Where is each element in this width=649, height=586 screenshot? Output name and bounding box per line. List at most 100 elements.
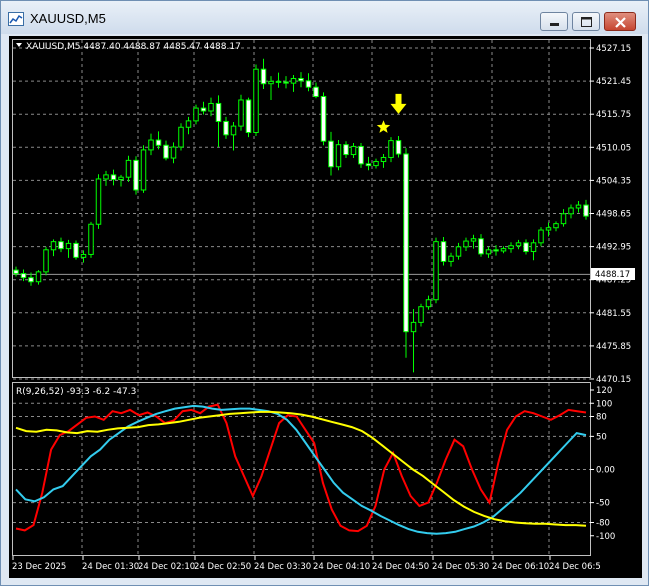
candle-body (290, 77, 297, 84)
price-tick-label: 4498.65 (596, 210, 631, 220)
candle-body (478, 238, 484, 255)
candle-body (328, 140, 334, 168)
close-button[interactable] (604, 12, 636, 31)
time-axis-label: 24 Dec 05:30 (432, 562, 489, 572)
candle-body (223, 120, 229, 136)
candle-body (530, 242, 537, 253)
price-tick-label: 4510.05 (596, 143, 631, 153)
candle-body (103, 174, 109, 180)
candle-body (88, 223, 94, 255)
price-panel-header: XAUUSD,M5 4487.40 4488.87 4485.47 4488.1… (26, 42, 241, 52)
price-tick-label: 4492.95 (596, 243, 631, 253)
candle-body (583, 204, 589, 217)
time-axis-label: 24 Dec 04:10 (313, 562, 370, 572)
candle-body (80, 253, 87, 258)
signal-star-icon (376, 120, 391, 133)
candle-body (425, 299, 432, 308)
candle-body (455, 246, 462, 257)
current-price-label: 4488.17 (595, 270, 630, 280)
candle-body (20, 273, 27, 279)
title-bar[interactable]: XAUUSD,M5 (1, 1, 648, 34)
price-tick-label: 4521.45 (596, 77, 631, 87)
chart-canvas[interactable]: 4527.15 4521.45 4515.75 4510.05 4504.35 4498.… (9, 36, 642, 578)
candle-body (500, 248, 507, 252)
window-title: XAUUSD,M5 (30, 11, 106, 26)
close-icon (615, 17, 626, 28)
candles (13, 58, 589, 373)
price-tick-label: 4527.15 (596, 44, 631, 54)
candle-body (410, 321, 417, 333)
candle-body (538, 229, 544, 244)
candle-body (50, 241, 57, 251)
candle-body (163, 144, 169, 159)
sell-arrow-icon (390, 93, 407, 114)
candle-body (58, 241, 64, 250)
candle-body (178, 126, 184, 148)
candle-body (365, 163, 372, 167)
candle-body (275, 80, 282, 83)
candle-body (388, 140, 394, 158)
candle-body (335, 144, 342, 168)
time-axis-label: 24 Dec 02:50 (194, 562, 251, 572)
candle-body (13, 269, 19, 275)
candle-body (238, 99, 244, 127)
candle-body (215, 102, 222, 122)
candle-body (245, 99, 252, 133)
time-axis-label: 24 Dec 06:10 (492, 562, 549, 572)
candle-body (485, 249, 492, 255)
candle-body (148, 139, 154, 151)
time-axis-label: 24 Dec 03:30 (254, 562, 311, 572)
minimize-button[interactable] (540, 12, 568, 31)
indicator-tick-label: 100 (596, 399, 612, 409)
candle-body (133, 159, 139, 191)
candle-body (170, 146, 177, 159)
candle-body (358, 145, 364, 165)
candle-body (305, 80, 312, 88)
candle-body (568, 207, 574, 215)
candle-body (73, 242, 79, 258)
time-axis-label: 23 Dec 2025 (12, 562, 66, 572)
candle-body (140, 149, 147, 191)
candle-body (395, 140, 402, 155)
candle-body (493, 249, 499, 252)
maximize-button[interactable] (572, 12, 600, 31)
candle-body (373, 161, 379, 167)
candle-body (350, 145, 357, 156)
candle-body (433, 241, 439, 301)
candle-body (208, 102, 214, 112)
chart-window: XAUUSD,M5 4527.15 4521.45 4515.75 4510.05 45… (0, 0, 649, 586)
price-tick-label: 4504.35 (596, 176, 631, 186)
price-tick-label: 4515.75 (596, 110, 631, 120)
candle-body (185, 120, 192, 128)
candle-body (35, 271, 42, 283)
candle-body (253, 68, 259, 133)
grid (13, 40, 590, 555)
candle-body (268, 80, 274, 85)
time-axis-label: 24 Dec 02:10 (138, 562, 195, 572)
candle-body (343, 144, 349, 156)
price-tick-label: 4470.15 (596, 375, 631, 385)
indicator-tick-label: -80 (596, 519, 610, 529)
candle-body (508, 245, 514, 250)
indicator-tick-label: 50 (596, 432, 607, 442)
candle-body (313, 86, 319, 97)
time-axis-label: 24 Dec 06:5 (549, 562, 601, 572)
chart-area[interactable]: 4527.15 4521.45 4515.75 4510.05 4504.35 4498.… (9, 36, 642, 578)
candle-body (28, 277, 34, 283)
indicator-line-fast (15, 403, 587, 533)
time-axis-label: 24 Dec 04:50 (372, 562, 429, 572)
indicator-tick-label: 120 (596, 386, 612, 396)
candle-body (230, 125, 237, 136)
candle-body (298, 77, 304, 82)
candle-body (95, 178, 102, 225)
indicator-tick-label: -50 (596, 499, 610, 509)
candle-body (463, 240, 469, 248)
candle-body (155, 139, 162, 146)
candle-body (545, 227, 552, 231)
indicator-tick-label: 80 (596, 413, 607, 423)
candle-body (65, 242, 72, 250)
minimize-icon (550, 23, 559, 26)
candle-body (440, 241, 447, 262)
candle-body (418, 306, 424, 323)
header-dropdown-icon[interactable] (16, 43, 22, 47)
